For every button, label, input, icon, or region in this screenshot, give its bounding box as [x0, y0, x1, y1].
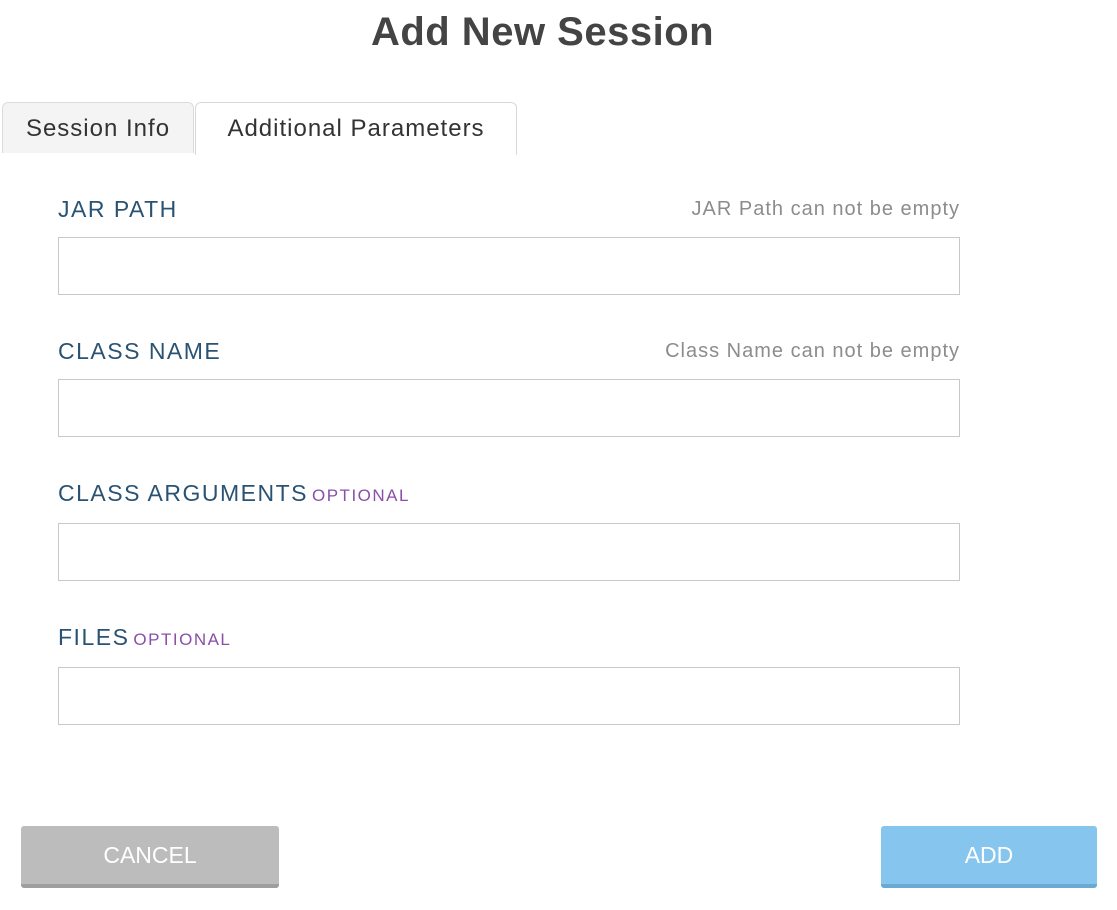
- tab-session-info[interactable]: Session Info: [2, 102, 194, 153]
- jar-path-label-row: JAR PATH JAR Path can not be empty: [58, 196, 960, 226]
- cancel-button[interactable]: CANCEL: [21, 826, 279, 888]
- class-arguments-label: CLASS ARGUMENTS: [58, 480, 308, 506]
- class-name-label: CLASS NAME: [58, 338, 222, 364]
- add-session-dialog: Add New Session Session Info Additional …: [0, 0, 1117, 910]
- class-name-label-row: CLASS NAME Class Name can not be empty: [58, 338, 960, 368]
- files-label-wrap: FILES OPTIONAL: [58, 624, 231, 651]
- files-label-row: FILES OPTIONAL: [58, 624, 960, 654]
- class-arguments-field: CLASS ARGUMENTS OPTIONAL: [58, 480, 960, 582]
- files-input[interactable]: [58, 667, 960, 725]
- class-arguments-label-wrap: CLASS ARGUMENTS OPTIONAL: [58, 480, 410, 507]
- tab-bar: Session Info Additional Parameters: [0, 102, 1117, 155]
- jar-path-label: JAR PATH: [58, 196, 178, 222]
- files-optional-tag: OPTIONAL: [133, 630, 232, 649]
- files-field: FILES OPTIONAL: [58, 624, 960, 726]
- dialog-title: Add New Session: [370, 10, 715, 54]
- class-arguments-optional-tag: OPTIONAL: [312, 486, 410, 505]
- add-button[interactable]: ADD: [881, 826, 1097, 888]
- class-arguments-input[interactable]: [58, 523, 960, 581]
- class-name-error: Class Name can not be empty: [665, 340, 960, 362]
- class-arguments-label-row: CLASS ARGUMENTS OPTIONAL: [58, 480, 960, 510]
- jar-path-input[interactable]: [58, 237, 960, 295]
- class-name-input[interactable]: [58, 379, 960, 437]
- files-label: FILES: [58, 624, 130, 650]
- tab-additional-parameters[interactable]: Additional Parameters: [195, 102, 517, 155]
- class-name-field: CLASS NAME Class Name can not be empty: [58, 338, 960, 438]
- jar-path-error: JAR Path can not be empty: [691, 198, 960, 220]
- jar-path-field: JAR PATH JAR Path can not be empty: [58, 196, 960, 296]
